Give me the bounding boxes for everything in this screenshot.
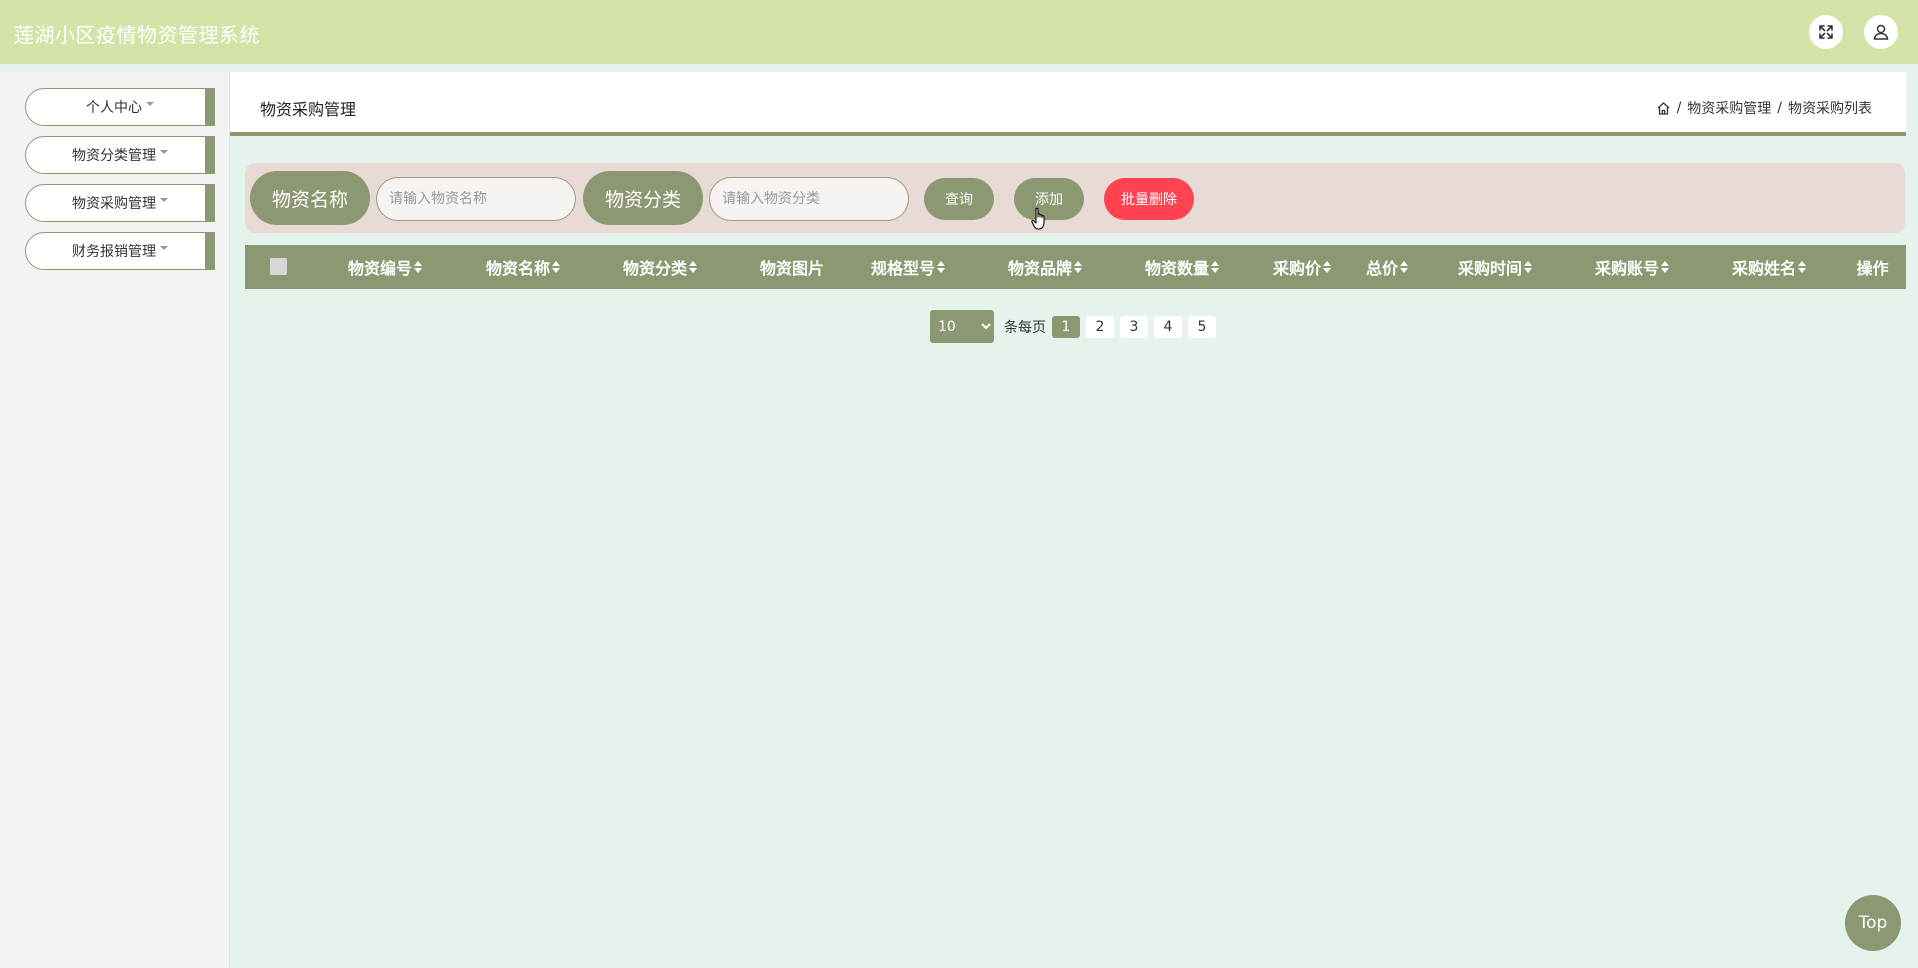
column-header-brand[interactable]: 物资品牌: [985, 245, 1105, 289]
sort-icon: [1798, 261, 1806, 273]
sort-icon: [689, 261, 697, 273]
pagination: 10 条每页 1 2 3 4 5: [930, 310, 1216, 343]
breadcrumb-level-1[interactable]: 物资采购管理: [1687, 98, 1771, 118]
sort-icon: [1074, 261, 1082, 273]
category-search-input[interactable]: [709, 177, 909, 221]
page-title: 物资采购管理: [260, 100, 357, 119]
column-header-label: 总价: [1365, 259, 1398, 278]
hand-cursor-icon: [1031, 207, 1045, 230]
sort-icon: [1524, 261, 1532, 273]
column-header-total-price[interactable]: 总价: [1352, 245, 1422, 289]
column-header-label: 物资编号: [347, 259, 412, 278]
column-header-label: 采购姓名: [1731, 259, 1796, 278]
batch-delete-button[interactable]: 批量删除: [1104, 178, 1194, 220]
page-size-select[interactable]: 10: [930, 310, 994, 343]
column-header-label: 物资图片: [759, 259, 824, 278]
search-panel: 物资名称 物资分类 查询 添加 批量删除: [245, 163, 1905, 233]
sidebar-item-reimbursement-management[interactable]: 财务报销管理: [25, 232, 215, 270]
page-number-4[interactable]: 4: [1154, 315, 1182, 338]
column-header-label: 采购账号: [1594, 259, 1659, 278]
caret-down-icon: [160, 198, 168, 202]
home-icon[interactable]: [1656, 101, 1671, 116]
select-all-checkbox[interactable]: [270, 258, 287, 275]
top-header: 莲湖小区疫情物资管理系统: [0, 0, 1918, 64]
column-header-label: 物资分类: [622, 259, 687, 278]
column-header-category[interactable]: 物资分类: [600, 245, 720, 289]
column-header-name[interactable]: 物资名称: [463, 245, 583, 289]
breadcrumb-level-2: 物资采购列表: [1788, 101, 1872, 117]
sidebar-item-label: 个人中心: [86, 100, 142, 116]
user-button[interactable]: [1864, 15, 1898, 49]
caret-down-icon: [160, 150, 168, 154]
breadcrumb-separator: /: [1676, 100, 1682, 116]
name-search-input[interactable]: [376, 177, 576, 221]
table-header: 物资编号 物资名称 物资分类 物资图片 规格型号 物资品牌 物资数量 采购价 总…: [245, 245, 1906, 289]
sort-icon: [937, 261, 945, 273]
column-header-label: 物资品牌: [1007, 259, 1072, 278]
breadcrumb: / 物资采购管理 / 物资采购列表: [1656, 98, 1872, 118]
menu-accent-stripe: [205, 185, 214, 221]
caret-down-icon: [146, 102, 154, 106]
page-number-5[interactable]: 5: [1188, 315, 1216, 338]
page-number-2[interactable]: 2: [1086, 315, 1114, 338]
sort-icon: [1661, 261, 1669, 273]
column-header-unit-price[interactable]: 采购价: [1257, 245, 1347, 289]
breadcrumb-separator: /: [1777, 100, 1782, 116]
column-header-purchase-time[interactable]: 采购时间: [1430, 245, 1560, 289]
sidebar-item-label: 物资分类管理: [72, 148, 156, 164]
sidebar-item-category-management[interactable]: 物资分类管理: [25, 136, 215, 174]
sidebar-item-label: 财务报销管理: [72, 244, 156, 260]
column-header-label: 操作: [1856, 259, 1889, 278]
sort-icon: [1323, 261, 1331, 273]
sidebar-item-label: 物资采购管理: [72, 196, 156, 212]
sidebar-item-purchase-management[interactable]: 物资采购管理: [25, 184, 215, 222]
sort-icon: [1400, 261, 1408, 273]
sidebar-item-personal-center[interactable]: 个人中心: [25, 88, 215, 126]
column-header-quantity[interactable]: 物资数量: [1122, 245, 1242, 289]
column-header-label: 采购价: [1272, 259, 1321, 278]
page-number-1[interactable]: 1: [1052, 315, 1080, 338]
sort-icon: [1211, 261, 1219, 273]
column-header-purchaser-name[interactable]: 采购姓名: [1704, 245, 1834, 289]
column-header-label: 物资名称: [485, 259, 550, 278]
menu-accent-stripe: [205, 137, 214, 173]
column-header-actions: 操作: [1845, 245, 1900, 289]
category-search-label: 物资分类: [583, 171, 703, 225]
column-header-image: 物资图片: [732, 245, 852, 289]
menu-accent-stripe: [205, 89, 214, 125]
scroll-top-button[interactable]: Top: [1845, 895, 1901, 951]
sidebar: 个人中心 物资分类管理 物资采购管理 财务报销管理: [0, 72, 230, 968]
page-number-3[interactable]: 3: [1120, 315, 1148, 338]
add-button[interactable]: 添加: [1014, 178, 1084, 220]
breadcrumb-bar: 物资采购管理 / 物资采购管理 / 物资采购列表: [230, 72, 1906, 136]
column-header-label: 规格型号: [870, 259, 935, 278]
column-header-label: 采购时间: [1457, 259, 1522, 278]
expand-icon: [1819, 25, 1833, 39]
column-header-code[interactable]: 物资编号: [325, 245, 445, 289]
caret-down-icon: [160, 246, 168, 250]
column-header-label: 物资数量: [1144, 259, 1209, 278]
fullscreen-button[interactable]: [1809, 15, 1843, 49]
column-header-spec[interactable]: 规格型号: [848, 245, 968, 289]
query-button[interactable]: 查询: [924, 178, 994, 220]
menu-accent-stripe: [205, 233, 214, 269]
user-icon: [1873, 24, 1889, 40]
name-search-label: 物资名称: [250, 171, 370, 225]
per-page-label: 条每页: [1004, 319, 1046, 336]
app-title: 莲湖小区疫情物资管理系统: [14, 23, 260, 47]
sort-icon: [414, 261, 422, 273]
column-header-purchase-account[interactable]: 采购账号: [1567, 245, 1697, 289]
sort-icon: [552, 261, 560, 273]
